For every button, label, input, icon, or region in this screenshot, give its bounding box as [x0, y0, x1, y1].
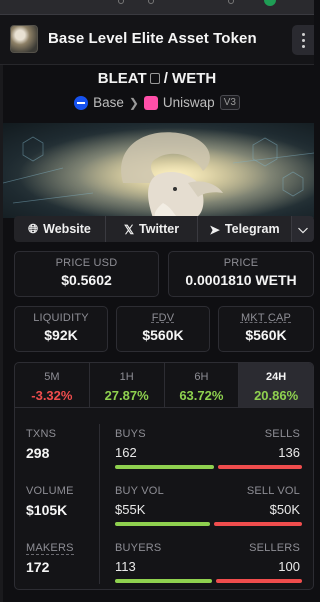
market-cap-label[interactable]: MKT CAP	[219, 312, 313, 324]
sellers-label: SELLERS	[249, 542, 300, 554]
buys-label: BUYS	[115, 428, 146, 440]
social-links: 🌐︎ Website 𝕏 Twitter ➤ Telegram ⌵	[14, 216, 314, 242]
volume-label: VOLUME	[26, 485, 74, 497]
tab-label: 24H	[266, 371, 287, 383]
twitter-button[interactable]: 𝕏 Twitter	[106, 216, 198, 242]
price-native-card: PRICE 0.0001810 WETH	[168, 251, 314, 297]
stats-divider	[99, 424, 100, 584]
buyers-value: 113	[115, 559, 136, 574]
tab-indicator-icon	[148, 0, 154, 4]
buyers-bar	[115, 579, 212, 583]
price-usd-value: $0.5602	[61, 272, 112, 288]
tab-5m[interactable]: 5M -3.32%	[15, 363, 90, 407]
dot-icon	[301, 44, 305, 48]
tab-label: 6H	[194, 371, 209, 383]
sells-bar	[218, 465, 302, 469]
timeframe-tabs: 5M -3.32% 1H 27.87% 6H 63.72% 24H 20.86%	[14, 362, 314, 408]
tab-indicator-icon	[118, 0, 124, 4]
fdv-label[interactable]: FDV	[117, 312, 209, 324]
liquidity-label: LIQUIDITY	[33, 312, 89, 324]
makers-value: 172	[26, 559, 50, 575]
market-cap-value: $560K	[245, 327, 287, 343]
chain-link[interactable]: Base	[93, 95, 124, 110]
x-logo-icon: 𝕏	[123, 222, 135, 237]
txns-label: TXNS	[26, 428, 57, 440]
price-usd-label: PRICE USD	[55, 257, 118, 269]
tab-indicator-icon	[228, 0, 234, 4]
twitter-label: Twitter	[139, 222, 180, 236]
fdv-value: $560K	[142, 327, 184, 343]
txns-value: 298	[26, 445, 50, 461]
token-avatar	[10, 25, 38, 53]
telegram-label: Telegram	[224, 222, 280, 236]
liquidity-card: LIQUIDITY $92K	[14, 306, 108, 352]
goat-eye	[173, 187, 177, 191]
base-symbol: BLEAT	[97, 70, 147, 87]
price-usd-card: PRICE USD $0.5602	[14, 251, 159, 297]
more-links-button[interactable]: ⌵	[292, 216, 314, 242]
price-native-label: PRICE	[223, 257, 259, 269]
token-header: Base Level Elite Asset Token	[0, 15, 314, 65]
website-label: Website	[43, 222, 91, 236]
sells-label: SELLS	[264, 428, 300, 440]
sellers-value: 100	[278, 559, 300, 574]
token-banner-image	[3, 123, 314, 218]
chevron-right-icon: ❯	[128, 95, 139, 110]
base-chain-icon	[74, 95, 89, 110]
volume-value: $105K	[26, 502, 68, 518]
banner-art	[3, 123, 314, 218]
telegram-icon: ➤	[209, 222, 220, 237]
telegram-button[interactable]: ➤ Telegram	[198, 216, 292, 242]
browser-top-strip	[0, 0, 314, 15]
sell-volume-value: $50K	[269, 502, 300, 517]
token-title: Base Level Elite Asset Token	[48, 30, 257, 47]
makers-label-text: MAKERS	[26, 542, 74, 555]
fdv-card: FDV $560K	[116, 306, 210, 352]
buyers-label: BUYERS	[115, 542, 162, 554]
sell-volume-bar	[214, 522, 302, 526]
sell-volume-label: SELL VOL	[246, 485, 300, 497]
dex-version-badge: V3	[219, 95, 240, 110]
price-change: 63.72%	[179, 388, 224, 403]
tab-label: 5M	[44, 371, 60, 383]
buys-bar	[115, 465, 214, 469]
pair-title: BLEAT / WETH	[0, 70, 314, 87]
buys-value: 162	[115, 445, 137, 460]
buy-volume-bar	[115, 522, 210, 526]
buy-volume-value: $55K	[115, 502, 146, 517]
website-button[interactable]: 🌐︎ Website	[14, 216, 106, 242]
chain-info: Base ❯ Uniswap V3	[0, 95, 314, 110]
pair-separator: /	[163, 70, 168, 87]
tab-label: 1H	[119, 371, 134, 383]
uniswap-icon	[143, 95, 158, 110]
liquidity-value: $92K	[44, 327, 78, 343]
buy-volume-label: BUY VOL	[115, 485, 164, 497]
price-change: 20.86%	[254, 388, 299, 403]
more-menu-button[interactable]	[292, 25, 314, 55]
chevron-down-icon: ⌵	[298, 221, 308, 236]
dot-icon	[301, 32, 305, 36]
tab-24h[interactable]: 24H 20.86%	[239, 363, 313, 407]
tab-1h[interactable]: 1H 27.87%	[90, 363, 165, 407]
dex-link[interactable]: Uniswap	[163, 95, 215, 110]
profile-icon[interactable]	[264, 0, 276, 6]
sellers-bar	[216, 579, 302, 583]
quote-symbol: WETH	[172, 70, 217, 87]
sells-value: 136	[278, 445, 300, 460]
copy-icon[interactable]	[149, 73, 160, 84]
tab-6h[interactable]: 6H 63.72%	[165, 363, 240, 407]
price-native-value: 0.0001810 WETH	[185, 272, 297, 288]
globe-icon: 🌐︎	[28, 221, 39, 236]
price-change: -3.32%	[31, 388, 73, 403]
market-cap-card: MKT CAP $560K	[218, 306, 314, 352]
dot-icon	[301, 38, 305, 42]
price-change: 27.87%	[104, 388, 149, 403]
transaction-stats: TXNS 298 BUYS 162 SELLS 136 VOLUME $105K…	[14, 408, 314, 590]
makers-label[interactable]: MAKERS	[26, 542, 74, 555]
